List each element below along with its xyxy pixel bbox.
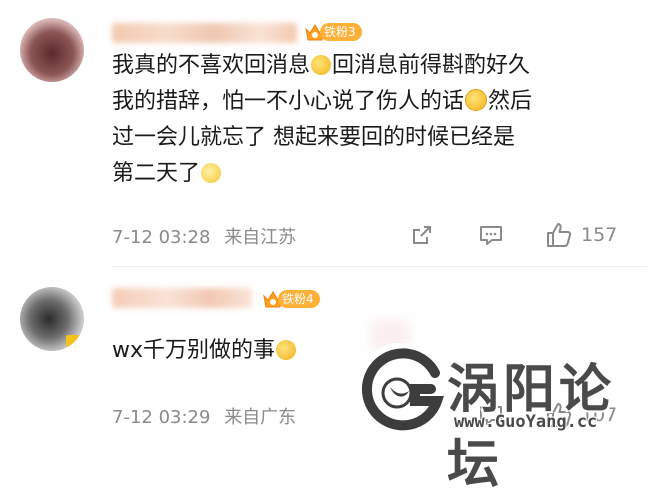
comment-location: 来自广东 xyxy=(224,407,297,428)
share-button[interactable] xyxy=(410,223,434,247)
fan-badge-label: 铁粉4 xyxy=(278,290,320,308)
comment-location: 来自江苏 xyxy=(224,227,297,248)
comment-icon xyxy=(480,226,502,245)
comment-line: 回消息前得斟酌好久 xyxy=(332,53,531,78)
chick-emoji-icon xyxy=(201,163,222,183)
avatar[interactable] xyxy=(20,287,84,351)
avatar[interactable] xyxy=(20,18,84,82)
comment-meta: 7-12 03:29 来自广东 xyxy=(112,403,296,429)
laugh-cry-emoji-icon xyxy=(465,89,488,111)
comment-line: 我的措辞，怕一不小心说了伤人的话 xyxy=(112,89,465,114)
watermark: 涡阳论坛 www.GuoYang.cc xyxy=(357,343,657,495)
comment-time: 7-12 03:28 xyxy=(112,227,211,248)
divider xyxy=(112,266,647,267)
fan-badge[interactable]: 铁粉3 xyxy=(304,21,362,43)
reply-button[interactable] xyxy=(478,223,504,247)
forum-logo-icon xyxy=(357,343,449,435)
comment-line: 过一会儿就忘了 想起来要回的时候已经是 xyxy=(112,125,515,150)
comment-text: wx千万别做的事 xyxy=(112,333,297,369)
like-button[interactable]: 157 xyxy=(545,221,617,249)
watermark-url: www.GuoYang.cc xyxy=(454,412,598,432)
laugh-emoji-icon xyxy=(311,55,332,75)
comment-meta: 7-12 03:28 来自江苏 xyxy=(112,223,296,249)
comment-line: 第二天了 xyxy=(112,161,201,186)
share-icon xyxy=(413,226,431,244)
thumbs-up-icon xyxy=(547,223,572,247)
comment-line: wx千万别做的事 xyxy=(112,338,276,363)
like-count: 157 xyxy=(581,224,618,246)
username-blurred[interactable] xyxy=(112,23,297,43)
crying-emoji-icon xyxy=(276,340,297,360)
avatar-badge xyxy=(66,335,82,347)
username-blurred[interactable] xyxy=(112,288,252,308)
fan-badge-label: 铁粉3 xyxy=(320,23,362,41)
comment-text: 我真的不喜欢回消息 回消息前得斟酌好久 我的措辞，怕一不小心说了伤人的话 然后 过一… xyxy=(112,48,632,192)
comment-line: 我真的不喜欢回消息 xyxy=(112,53,311,78)
comment-line: 然后 xyxy=(488,89,533,114)
fan-badge[interactable]: 铁粉4 xyxy=(262,288,320,310)
comment-time: 7-12 03:29 xyxy=(112,407,211,428)
